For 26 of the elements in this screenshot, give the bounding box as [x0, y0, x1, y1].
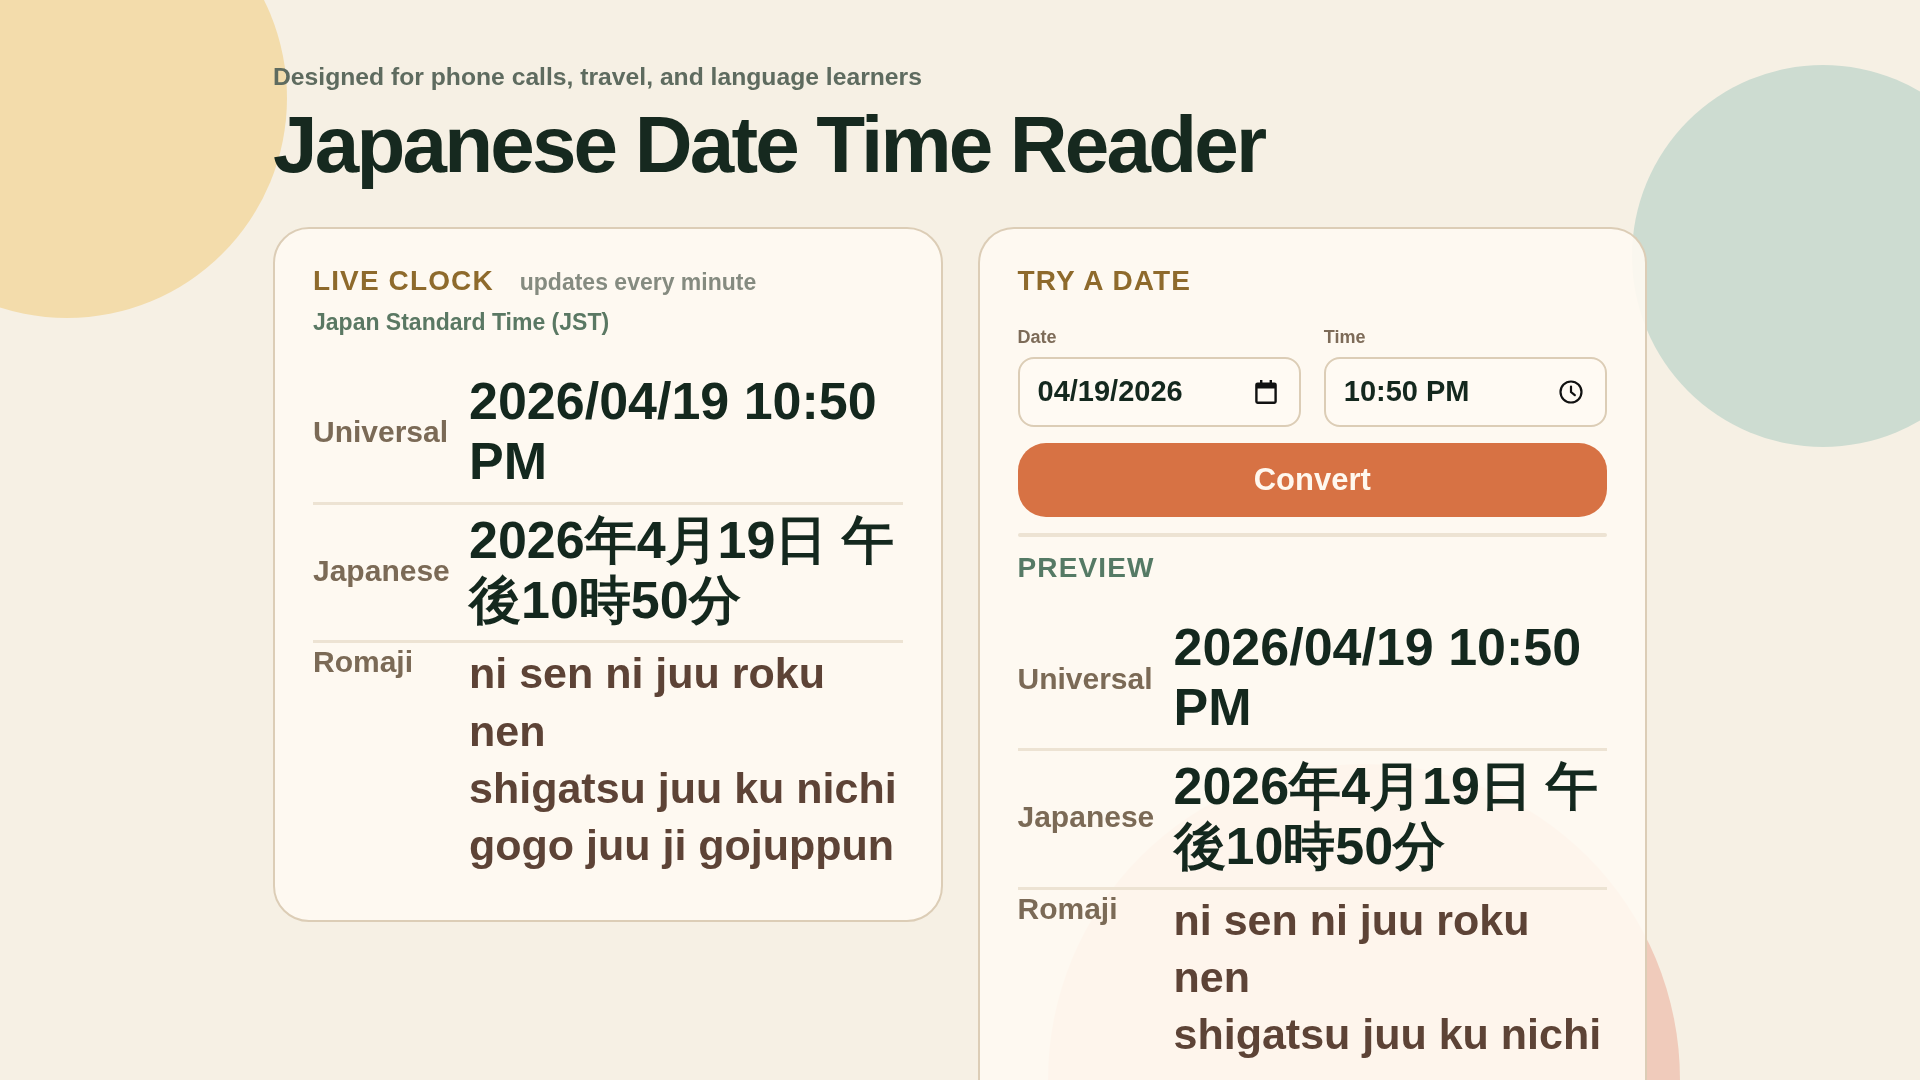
section-heading: LIVE CLOCK [313, 263, 494, 298]
row-value: 2026/04/19 10:50 PM [1173, 618, 1583, 738]
clock-icon [1559, 379, 1583, 404]
section-heading: PREVIEW [1017, 550, 1155, 585]
row-label: Japanese [313, 554, 451, 587]
row-label: Japanese [1017, 800, 1156, 834]
romaji-line: shigatsu juu ku nichi [469, 762, 897, 814]
update-note: updates every minute [519, 268, 757, 296]
row-label: Romaji [313, 645, 415, 679]
field-label: Date [1017, 327, 1057, 349]
time-field[interactable]: 10:50 PM [1323, 356, 1607, 427]
page-subtitle: Designed for phone calls, travel, and language learners [273, 62, 922, 92]
row-value: 2026/04/19 10:50 PM [469, 372, 878, 492]
row-label: Universal [313, 415, 450, 449]
row-value: 2026年4月19日 午後10時50分 [1173, 757, 1600, 877]
field-label: Time [1323, 327, 1366, 349]
row-label: Romaji [1017, 891, 1119, 925]
romaji-line: gogo juu ji gojuppun [469, 819, 895, 871]
calendar-icon [1254, 379, 1277, 404]
date-field[interactable]: 04/19/2026 [1017, 356, 1301, 427]
section-heading: TRY A DATE [1017, 263, 1191, 298]
row-label: Universal [1017, 661, 1154, 695]
row-value: 2026年4月19日 午後10時50分 [469, 510, 895, 631]
page-title: Japanese Date Time Reader [273, 100, 1266, 189]
timezone-text: Japan Standard Time (JST) [313, 308, 611, 338]
romaji-line: shigatsu juu ku nichi [1173, 1009, 1602, 1060]
